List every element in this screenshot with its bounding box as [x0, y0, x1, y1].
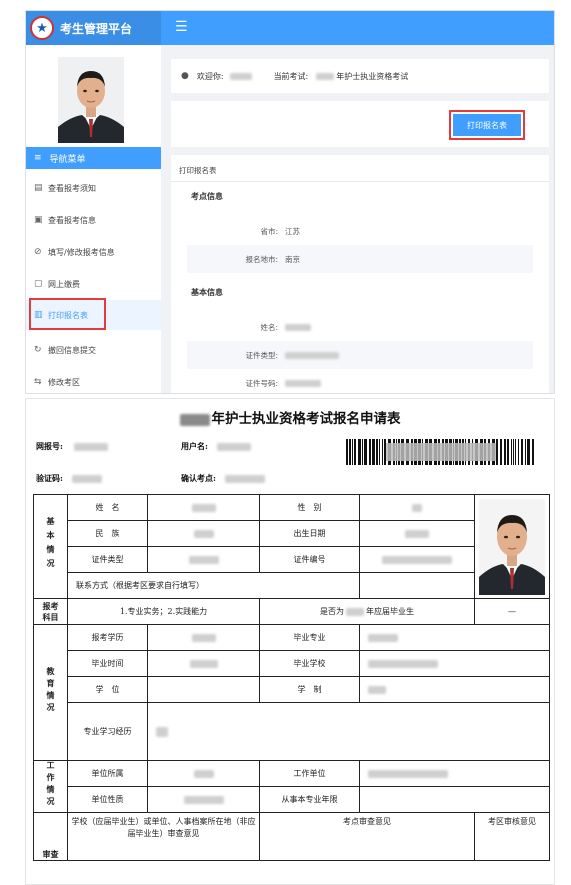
section-head-work: 工作情况 [33, 760, 68, 813]
label-major: 毕业专业 [259, 624, 360, 651]
meta-username: 用户名: [181, 441, 251, 452]
exam-name: 年护士执业资格考试 [336, 71, 409, 81]
registration-form-document: 年护士执业资格考试报名申请表 网报号: 用户名: 验证码: 确认考点: 基本情况… [25, 398, 555, 885]
section-head-subject: 报考科目 [33, 598, 68, 625]
label-area-review: 考区审核意见 [474, 812, 550, 861]
form-panel: 打印报名表 考点信息 省市: 江苏 报名地市: 南京 基本信息 姓名: 证件类型… [171, 155, 549, 393]
field-value: 南京 [285, 255, 300, 264]
sidebar-item-label: 查看报考须知 [48, 183, 96, 193]
applicant-photo [479, 498, 545, 595]
label-school-review: 学校（应届毕业生）或单位、人事档案所在地（非应届毕业生）审查意见 [67, 812, 260, 861]
top-bar: ☰ [161, 11, 554, 45]
undo-icon: ↻ [34, 345, 42, 355]
document-icon: ▣ [34, 215, 43, 225]
field-value: 江苏 [285, 227, 300, 236]
sidebar-item-label: 修改考区 [48, 377, 80, 387]
field-label: 姓名: [260, 323, 278, 332]
subjects-value: 1.专业实务；2.实践能力 [67, 598, 260, 625]
sidebar-item-change-area[interactable]: ⇆ 修改考区 [26, 367, 161, 393]
section-head-basic: 基本情况 [33, 494, 68, 599]
swap-icon: ⇆ [34, 377, 42, 387]
section-head-review: 审查 [33, 812, 68, 861]
section-title-exam-site: 考点信息 [191, 192, 223, 201]
label-gender: 性 别 [259, 494, 360, 521]
field-row-name: 姓名: [187, 313, 533, 341]
print-form-button[interactable]: 打印报名表 [453, 114, 521, 136]
label-degree: 学 位 [67, 676, 148, 703]
user-icon: ● [181, 71, 189, 81]
sidebar: ≡ 导航菜单 ▤ 查看报考须知 ▣ 查看报考信息 ⊘ 填写/修改报考信息 ▢ 网… [26, 45, 161, 393]
label-grad-time: 毕业时间 [67, 650, 148, 677]
redacted-value [285, 351, 339, 359]
redacted-year [316, 72, 335, 80]
exam-label: 当前考试: [273, 71, 309, 81]
label-edu-level: 报考学历 [67, 624, 148, 651]
document-title: 年护士执业资格考试报名申请表 [26, 407, 554, 427]
nav-menu-label: 导航菜单 [49, 154, 86, 165]
logo-icon: ★ [30, 16, 54, 40]
welcome-bar: ● 欢迎你: 当前考试: 年护士执业资格考试 [171, 59, 549, 93]
field-label: 证件类型: [245, 351, 278, 360]
sidebar-item-exam-notice[interactable]: ▤ 查看报考须知 [26, 173, 161, 203]
label-study-history: 专业学习经历 [67, 702, 148, 761]
redacted-username [229, 72, 252, 80]
avatar [58, 57, 124, 143]
label-id-no: 证件编号 [259, 546, 360, 573]
meta-confirm-site: 确认考点: [181, 473, 265, 484]
notice-icon: ▤ [34, 183, 43, 193]
grad-question: 是否为 年应届毕业生 [259, 598, 475, 625]
barcode [346, 439, 534, 465]
form-title: 打印报名表 [179, 166, 217, 175]
highlight-box [29, 298, 106, 330]
menu-toggle-icon[interactable]: ☰ [175, 19, 188, 35]
divider [171, 181, 549, 182]
redacted-year [179, 413, 210, 426]
redacted-value [285, 323, 311, 331]
field-label: 省市: [260, 227, 278, 236]
sidebar-item-label: 填写/修改报考信息 [48, 247, 115, 257]
redacted-value [285, 379, 321, 387]
sidebar-item-payment[interactable]: ▢ 网上缴费 [26, 269, 161, 299]
label-school: 毕业学校 [259, 650, 360, 677]
payment-icon: ▢ [34, 279, 43, 289]
app-title: 考生管理平台 [60, 21, 133, 36]
field-label: 证件号码: [245, 379, 278, 388]
field-row-id-no: 证件号码: [187, 369, 533, 393]
label-unit-type: 单位性质 [67, 786, 148, 813]
section-title-basic: 基本信息 [191, 288, 223, 297]
app-header-brand: ★ 考生管理平台 [26, 11, 161, 45]
greeting-label: 欢迎你: [196, 71, 224, 81]
sidebar-item-view-info[interactable]: ▣ 查看报考信息 [26, 205, 161, 235]
label-birth: 出生日期 [259, 520, 360, 547]
label-employer: 单位所属 [67, 760, 148, 787]
meta-web-no: 网报号: [36, 441, 108, 452]
sidebar-item-label: 查看报考信息 [48, 215, 96, 225]
label-years: 从事本专业年限 [259, 786, 360, 813]
photo-cell [474, 494, 550, 599]
menu-list-icon: ≡ [34, 153, 42, 163]
label-name: 姓 名 [67, 494, 148, 521]
label-system: 学 制 [259, 676, 360, 703]
label-id-type: 证件类型 [67, 546, 148, 573]
meta-verify-code: 验证码: [36, 473, 102, 484]
field-row-city: 报名地市: 南京 [187, 245, 533, 273]
field-row-id-type: 证件类型: [187, 341, 533, 369]
sidebar-item-withdraw[interactable]: ↻ 撤回信息提交 [26, 335, 161, 365]
sidebar-item-label: 网上缴费 [48, 279, 80, 289]
app-screenshot: ★ 考生管理平台 ☰ ≡ 导航菜单 ▤ 查看报考须知 ▣ 查看报考信息 ⊘ 填写… [25, 10, 555, 394]
sidebar-item-edit-info[interactable]: ⊘ 填写/修改报考信息 [26, 237, 161, 267]
print-panel: 打印报名表 [171, 101, 549, 147]
edit-icon: ⊘ [34, 247, 42, 257]
field-label: 报名地市: [245, 255, 278, 264]
label-work-unit: 工作单位 [259, 760, 360, 787]
section-head-edu: 教育情况 [33, 624, 68, 761]
sidebar-item-label: 撤回信息提交 [48, 345, 96, 355]
label-contact: 联系方式（根据考区要求自行填写） [67, 572, 360, 599]
field-row-province: 省市: 江苏 [187, 217, 533, 245]
nav-menu-header: ≡ 导航菜单 [26, 147, 161, 169]
application-table: 基本情况 姓 名 性 别 民 族 出生日期 证件类型 证件编号 联系方式（根据考… [33, 494, 550, 861]
label-site-review: 考点审查意见 [259, 812, 475, 861]
label-ethnic: 民 族 [67, 520, 148, 547]
